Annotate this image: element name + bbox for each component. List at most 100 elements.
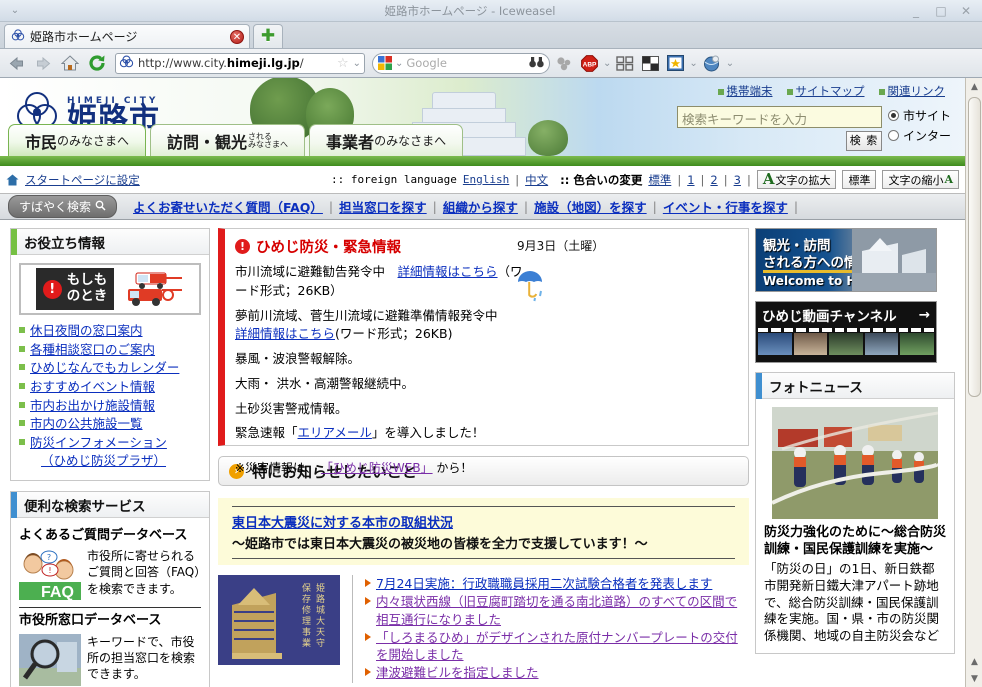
bookmark-star-icon[interactable]: ☆ — [337, 56, 349, 71]
color-option-3[interactable]: 3 — [734, 173, 741, 187]
scrollbar-thumb[interactable] — [968, 97, 981, 397]
photo-news-image[interactable] — [772, 407, 938, 519]
home-button[interactable] — [58, 51, 82, 75]
search-input[interactable]: Google — [406, 56, 526, 70]
list-item[interactable]: 「しろまるひめ」がデザインされた原付ナンバープレートの交付を開始しました — [365, 629, 749, 664]
news-link-tsunami[interactable]: 津波避難ビルを指定しました — [376, 665, 539, 680]
magnifier-thumbnail-icon[interactable] — [19, 633, 81, 686]
link-city-outing-facilities[interactable]: 市内お出かけ施設情報 — [30, 398, 155, 413]
link-disaster-information[interactable]: 防災インフォメーション — [30, 435, 167, 450]
list-item[interactable]: おすすめイベント情報 — [19, 379, 201, 395]
photo-news-headline[interactable]: 防災力強化のために～総合防災訓練・国民保護訓練を実施～ — [756, 519, 954, 559]
list-item[interactable]: 市内お出かけ施設情報 — [19, 398, 201, 414]
font-shrink-button[interactable]: 文字の縮小 A — [882, 170, 959, 189]
list-item[interactable]: ひめじなんでもカレンダー — [19, 360, 201, 376]
list-item[interactable]: 市内の公共施設一覧 — [19, 416, 201, 432]
list-item[interactable]: 各種相談窓口のご案内 — [19, 342, 201, 358]
list-item-continuation[interactable]: （ひめじ防災プラザ） — [19, 453, 201, 469]
maximize-button[interactable]: □ — [935, 5, 947, 17]
window-menu-chevron[interactable]: ⌄ — [0, 5, 30, 16]
binoculars-icon[interactable] — [529, 56, 544, 71]
link-himeji-calendar[interactable]: ひめじなんでもカレンダー — [30, 360, 179, 375]
site-tab-tourism[interactable]: 訪問・観光 される みなさまへ — [150, 124, 306, 156]
link-public-facilities[interactable]: 市内の公共施設一覧 — [30, 416, 143, 431]
globe-icon[interactable] — [701, 52, 723, 74]
set-start-page-link[interactable]: スタートページに設定 — [25, 172, 140, 188]
close-window-button[interactable]: ✕ — [960, 5, 972, 17]
link-holiday-night-desk[interactable]: 休日夜間の窓口案内 — [30, 323, 143, 338]
service-title-counter[interactable]: 市役所窓口データベース — [19, 613, 201, 629]
service-row-faq: ? ! FAQ 市役所に寄せられるご質問と回答（FAQ）を検索できます。 — [19, 548, 201, 601]
scroll-down-arrow[interactable]: ▼ — [966, 670, 982, 687]
site-tab-business[interactable]: 事業者 のみなさまへ — [309, 124, 464, 156]
highlight-link[interactable]: 東日本大震災に対する本市の取組状況 — [232, 516, 453, 531]
list-item[interactable]: 7月24日実施：行政職職員採用二次試験合格者を発表します — [365, 575, 749, 592]
font-standard-button[interactable]: 標準 — [842, 170, 877, 189]
minimize-button[interactable]: _ — [910, 5, 922, 17]
service-title-faq[interactable]: よくあるご質問データベース — [19, 528, 201, 544]
scroll-up-arrow-bottom[interactable]: ▲ — [966, 653, 982, 670]
news-link-road[interactable]: 内々環状西線（旧豆腐町踏切を通る南北道路）のすべての区間で相互通行になりました — [376, 594, 737, 626]
quicknav-link-org[interactable]: 組織から探す — [437, 197, 524, 216]
list-item[interactable]: 津波避難ビルを指定しました — [365, 664, 749, 681]
search-engine-dropdown-icon[interactable]: ⌄ — [395, 58, 403, 69]
link-consultation-desk[interactable]: 各種相談窓口のご案内 — [30, 342, 155, 357]
news-link-plate[interactable]: 「しろまるひめ」がデザインされた原付ナンバープレートの交付を開始しました — [376, 630, 738, 662]
site-tab-citizens[interactable]: 市民 のみなさまへ — [8, 124, 147, 156]
screenshot-icon[interactable] — [639, 52, 661, 74]
tourism-banner[interactable]: 観光・訪問 される方への情報 Welcome to HIMEJI — [755, 228, 937, 292]
url-bar[interactable]: http://www.city.himeji.lg.jp/ ☆ ⌄ — [115, 52, 365, 74]
search-bar[interactable]: ⌄ Google — [372, 52, 550, 74]
new-tab-button[interactable]: ✚ — [253, 24, 283, 48]
color-option-1[interactable]: 1 — [687, 173, 694, 187]
quicknav-link-desk[interactable]: 担当窓口を探す — [333, 197, 433, 216]
radio-city-site[interactable]: 市サイト — [887, 107, 951, 124]
top-link-sitemap[interactable]: サイトマップ — [786, 83, 865, 99]
bousai-web-link[interactable]: 「ひめじ防災WEB」 — [321, 461, 433, 475]
quick-search-button[interactable]: すばやく検索 — [8, 195, 118, 218]
detail-link-1[interactable]: 詳細情報はこちら — [398, 264, 498, 279]
detail-link-2[interactable]: 詳細情報はこちら — [235, 326, 335, 341]
site-search-input[interactable]: 検索キーワードを入力 — [676, 106, 882, 128]
scroll-up-arrow[interactable]: ▲ — [966, 78, 982, 95]
google-icon[interactable] — [378, 56, 392, 70]
language-english-link[interactable]: English — [463, 173, 509, 186]
tracking-icon[interactable] — [553, 52, 575, 74]
language-chinese-link[interactable]: 中文 — [525, 172, 548, 188]
list-item[interactable]: 防災インフォメーション — [19, 435, 201, 451]
moshimo-banner[interactable]: ! もしも のとき — [19, 263, 201, 315]
reload-button[interactable] — [85, 51, 109, 75]
browser-tab[interactable]: 姫路市ホームページ ✕ — [4, 24, 250, 48]
link-recommended-events[interactable]: おすすめイベント情報 — [30, 379, 155, 394]
news-link-exam[interactable]: 7月24日実施：行政職職員採用二次試験合格者を発表します — [376, 576, 712, 591]
area-mail-link[interactable]: エリアメール — [298, 425, 372, 440]
close-tab-icon[interactable]: ✕ — [230, 29, 244, 44]
quicknav-link-faq[interactable]: よくお寄せいただく質問（FAQ） — [127, 197, 329, 216]
color-option-standard[interactable]: 標準 — [648, 172, 671, 188]
list-item[interactable]: 休日夜間の窓口案内 — [19, 323, 201, 339]
forward-button[interactable] — [31, 51, 55, 75]
faq-thumbnail-icon[interactable]: ? ! FAQ — [19, 548, 81, 601]
quicknav-link-events[interactable]: イベント・行事を探す — [657, 197, 794, 216]
list-item[interactable]: 内々環状西線（旧豆腐町踏切を通る南北道路）のすべての区間で相互通行になりました — [365, 593, 749, 628]
back-button[interactable] — [4, 51, 28, 75]
vertical-scrollbar[interactable]: ▲ ▲ ▼ — [965, 78, 982, 687]
adblock-icon[interactable]: ABP — [578, 52, 600, 74]
grid-apps-icon[interactable] — [614, 52, 636, 74]
link-disaster-information-cont[interactable]: （ひめじ防災プラザ） — [41, 453, 166, 468]
home-small-icon — [6, 174, 19, 186]
site-search-button[interactable]: 検 索 — [845, 131, 882, 151]
bookmarks-dropdown-icon[interactable]: ⌄ — [689, 58, 697, 69]
quicknav-link-facility[interactable]: 施設（地図）を探す — [528, 197, 653, 216]
bookmarks-icon[interactable] — [664, 52, 686, 74]
movie-channel-banner[interactable]: ひめじ動画チャンネル → — [755, 301, 937, 363]
color-option-2[interactable]: 2 — [710, 173, 717, 187]
top-link-mobile[interactable]: 携帯端末 — [717, 83, 773, 99]
adblock-dropdown-icon[interactable]: ⌄ — [603, 58, 611, 69]
top-link-related[interactable]: 関連リンク — [878, 83, 945, 99]
url-dropdown-icon[interactable]: ⌄ — [353, 58, 361, 69]
globe-dropdown-icon[interactable]: ⌄ — [726, 58, 734, 69]
radio-internet[interactable]: インター — [887, 127, 951, 144]
font-enlarge-button[interactable]: A 文字の拡大 — [756, 170, 837, 189]
castle-repair-banner[interactable]: 姫 路 城 大 天 守 保 存 修 理 事 業 — [218, 575, 340, 665]
